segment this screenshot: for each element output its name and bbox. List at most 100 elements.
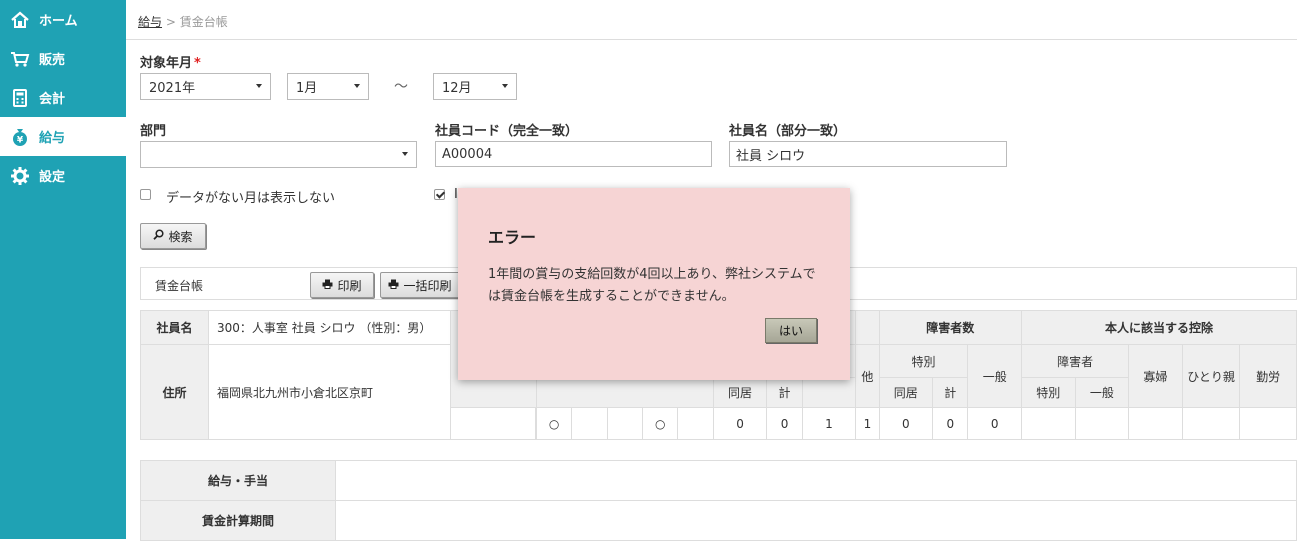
sidebar-item-payroll[interactable]: ¥ 給与 xyxy=(0,117,126,156)
single-parent-header: ひとり親 xyxy=(1181,344,1241,408)
special-subheader: 特別 xyxy=(1021,377,1076,408)
employee-name-label: 社員名（部分一致） xyxy=(729,124,847,139)
value-cell xyxy=(571,407,608,440)
value-cell xyxy=(1181,407,1241,440)
home-icon xyxy=(9,9,31,31)
breadcrumb-current: 賃金台帳 xyxy=(179,15,228,29)
value-cell xyxy=(1128,407,1183,440)
general-subheader: 一般 xyxy=(1074,377,1130,408)
working-student-header: 勤労 xyxy=(1239,344,1297,408)
pay-period-header: 賃金計算期間 xyxy=(140,500,336,541)
printer-icon xyxy=(322,279,333,292)
value-cell: 1 xyxy=(801,407,857,440)
search-icon xyxy=(153,229,165,243)
dept-label: 部門 xyxy=(140,124,167,139)
breadcrumb-link-payroll[interactable]: 給与 xyxy=(138,15,162,29)
employee-code-label: 社員コード（完全一致） xyxy=(435,124,579,139)
money-bag-icon: ¥ xyxy=(9,126,31,148)
print-button[interactable]: 印刷 xyxy=(310,272,374,298)
sidebar-item-accounting[interactable]: 会計 xyxy=(0,78,126,117)
blank-cell xyxy=(450,407,537,440)
sidebar-item-label: 販売 xyxy=(39,53,66,68)
blank-cell xyxy=(855,310,880,345)
calculator-icon xyxy=(9,87,31,109)
general-header: 一般 xyxy=(967,344,1023,408)
chevron-down-icon xyxy=(502,84,508,88)
hide-empty-checkbox[interactable] xyxy=(140,189,151,200)
search-button[interactable]: 検索 xyxy=(140,223,206,249)
period-label: 対象年月 * xyxy=(140,56,201,71)
svg-text:¥: ¥ xyxy=(17,135,24,145)
month-to-value: 12月 xyxy=(442,81,472,96)
self-deduction-header: 本人に該当する控除 xyxy=(1021,310,1297,345)
month-from-select[interactable]: 1月 xyxy=(287,73,369,100)
chevron-down-icon xyxy=(256,84,262,88)
value-cell xyxy=(677,407,714,440)
year-select[interactable]: 2021年 xyxy=(140,73,271,100)
employee-code-input[interactable] xyxy=(435,141,712,167)
divider xyxy=(126,39,1297,40)
cohabit-header: 同居 xyxy=(878,377,934,408)
cart-icon xyxy=(9,48,31,70)
value-cell: 0 xyxy=(967,407,1023,440)
sidebar-item-settings[interactable]: 設定 xyxy=(0,156,126,195)
breadcrumb: 給与 > 賃金台帳 xyxy=(138,13,228,30)
pay-allowance-cell xyxy=(335,460,1297,501)
dept-select[interactable] xyxy=(140,141,417,168)
address-header: 住所 xyxy=(140,344,209,440)
sidebar-item-label: 給与 xyxy=(39,131,66,146)
blank-cell xyxy=(801,377,857,408)
ledger-title: 賃金台帳 xyxy=(155,279,204,293)
employee-name-header: 社員名 xyxy=(140,310,209,345)
bulk-print-button-label: 一括印刷 xyxy=(403,278,452,293)
employee-name-input[interactable] xyxy=(729,141,1007,167)
special-header: 特別 xyxy=(878,344,969,378)
sidebar-item-home[interactable]: ホーム xyxy=(0,0,126,39)
sidebar-item-label: ホーム xyxy=(39,14,78,29)
ok-button[interactable]: はい xyxy=(765,318,817,343)
sidebar-item-label: 設定 xyxy=(39,170,66,185)
value-cell xyxy=(1239,407,1297,440)
breadcrumb-separator: > xyxy=(165,15,176,29)
pay-allowance-header: 給与・手当 xyxy=(140,460,336,501)
gear-icon xyxy=(9,165,31,187)
error-dialog: エラー 1年間の賞与の支給回数が4回以上あり、弊社システムでは賃金台帳を生成する… xyxy=(458,188,850,380)
other-header: 他 xyxy=(855,344,880,408)
option-checkbox[interactable] xyxy=(434,189,445,200)
value-cell: 0 xyxy=(712,407,768,440)
pay-table: 給与・手当 賃金計算期間 xyxy=(140,460,1297,541)
value-cell xyxy=(606,407,644,440)
cohabit-header: 同居 xyxy=(712,377,768,408)
total-header: 計 xyxy=(932,377,969,408)
sidebar: ホーム 販売 会計 ¥ 給与 設定 xyxy=(0,0,126,539)
total-header: 計 xyxy=(766,377,803,408)
chevron-down-icon xyxy=(354,84,360,88)
hide-empty-label: データがない月は表示しない xyxy=(166,191,336,206)
range-tilde: 〜 xyxy=(394,79,408,95)
required-mark: * xyxy=(194,56,201,71)
sidebar-item-label: 会計 xyxy=(39,92,66,107)
dialog-title: エラー xyxy=(488,228,537,247)
bulk-print-button[interactable]: 一括印刷 xyxy=(380,272,460,298)
pay-period-cell xyxy=(335,500,1297,541)
month-from-value: 1月 xyxy=(296,81,318,96)
chevron-down-icon xyxy=(402,152,408,156)
dialog-message: 1年間の賞与の支給回数が4回以上あり、弊社システムでは賃金台帳を生成することがで… xyxy=(488,267,816,304)
search-button-label: 検索 xyxy=(168,229,193,244)
disabled-header: 障害者 xyxy=(1021,344,1130,378)
month-to-select[interactable]: 12月 xyxy=(433,73,517,100)
value-cell xyxy=(1074,407,1130,440)
value-cell: ○ xyxy=(642,407,679,440)
value-cell xyxy=(1021,407,1076,440)
year-value: 2021年 xyxy=(149,81,196,96)
disabled-count-header: 障害者数 xyxy=(878,310,1023,345)
printer-icon xyxy=(388,279,399,292)
print-button-label: 印刷 xyxy=(337,278,362,293)
value-cell: ○ xyxy=(535,407,573,440)
value-cell: 0 xyxy=(878,407,934,440)
widow-header: 寡婦 xyxy=(1128,344,1183,408)
value-cell: 1 xyxy=(855,407,880,440)
sidebar-item-sales[interactable]: 販売 xyxy=(0,39,126,78)
value-cell: 0 xyxy=(766,407,803,440)
value-cell: 0 xyxy=(932,407,969,440)
